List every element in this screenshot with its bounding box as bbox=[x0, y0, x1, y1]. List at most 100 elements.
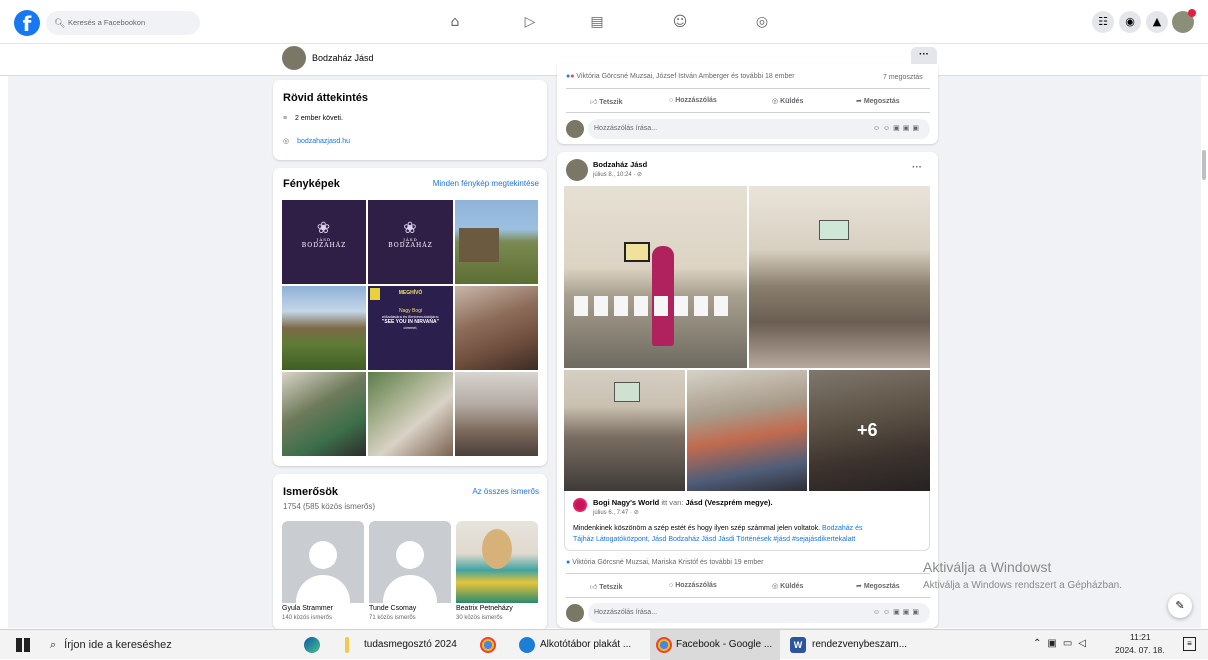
comment-button[interactable]: ○ Hozzászólás bbox=[669, 97, 717, 104]
comment-tools-icon[interactable]: ☺☺▣▣▣ bbox=[873, 119, 922, 139]
friend-name[interactable]: Tunde Csomay bbox=[369, 605, 416, 612]
portrait-face bbox=[482, 529, 512, 569]
taskbar-search[interactable]: ⌕ Írjon ide a kereséshez bbox=[50, 630, 295, 660]
friend-photo[interactable] bbox=[369, 521, 451, 603]
post-photo[interactable]: +6 bbox=[809, 370, 930, 491]
page-name[interactable]: Bodzaház Jásd bbox=[312, 53, 374, 63]
post-photo[interactable] bbox=[687, 370, 807, 491]
post-more-button[interactable]: ··· bbox=[912, 162, 922, 173]
facebook-logo[interactable]: f bbox=[14, 10, 40, 36]
marketplace-icon[interactable]: ▤ bbox=[587, 12, 607, 32]
photoshop-like-icon[interactable] bbox=[519, 637, 535, 653]
friend-photo[interactable] bbox=[456, 521, 538, 603]
photo-thumbnail[interactable]: ❀ JÁSD BODZAHÁZ bbox=[282, 200, 366, 284]
projected-slide bbox=[624, 242, 650, 262]
photo-thumbnail[interactable] bbox=[455, 372, 538, 456]
video-icon[interactable]: ▷ bbox=[520, 12, 540, 32]
globe-icon: ◎ bbox=[283, 138, 290, 145]
website-link[interactable]: bodzahazjasd.hu bbox=[297, 138, 350, 145]
reactions-summary[interactable]: ●● Viktória Görcsné Muzsai, József Istvá… bbox=[566, 73, 795, 80]
share-button[interactable]: ➦ Megosztás bbox=[856, 97, 900, 105]
taskbar-time[interactable]: 11:21 bbox=[1130, 632, 1151, 642]
comment-input[interactable]: Hozzászólás írása... ☺☺▣▣▣ bbox=[588, 603, 930, 623]
friend-name[interactable]: Beatrix Petneházy bbox=[456, 605, 513, 612]
photo-thumbnail[interactable]: ❀ JÁSD BODZAHÁZ bbox=[368, 200, 453, 284]
home-icon[interactable]: ⌂ bbox=[445, 12, 465, 32]
post-photo[interactable] bbox=[749, 186, 930, 368]
taskbar-app: Facebook - Google ... bbox=[676, 639, 773, 650]
comment-input[interactable]: Hozzászólás írása... ☺☺▣▣▣ bbox=[588, 119, 930, 139]
photo-thumbnail[interactable] bbox=[368, 372, 453, 456]
windows-taskbar: ⌕ Írjon ide a kereséshez tudasmegosztó 20… bbox=[0, 629, 1208, 660]
send-button[interactable]: ◎ Küldés bbox=[772, 97, 803, 105]
shared-author-name[interactable]: Bogi Nagy's World bbox=[593, 498, 659, 507]
share-button[interactable]: ➦ Megosztás bbox=[856, 582, 900, 590]
friends-count: 1754 (585 közös ismerős) bbox=[283, 502, 376, 511]
gaming-icon[interactable]: ◎ bbox=[752, 12, 772, 32]
taskbar-app[interactable]: tudasmegosztó 2024 bbox=[364, 630, 457, 660]
shared-author-avatar[interactable] bbox=[573, 498, 587, 512]
comment-button[interactable]: ○ Hozzászólás bbox=[669, 582, 717, 589]
menu-grid-icon[interactable]: ☷ bbox=[1092, 11, 1114, 33]
photo-thumbnail[interactable] bbox=[455, 286, 538, 370]
send-button[interactable]: ◎ Küldés bbox=[772, 582, 803, 590]
bell-icon[interactable]: ▲ bbox=[1146, 11, 1168, 33]
chrome-icon[interactable] bbox=[480, 637, 496, 653]
messenger-icon[interactable]: ◉ bbox=[1119, 11, 1141, 33]
shared-place[interactable]: Jásd (Veszprém megye). bbox=[686, 498, 773, 507]
scrollbar-thumb[interactable] bbox=[1202, 150, 1206, 180]
system-tray-icons[interactable]: ⌃▣▭◁ bbox=[1033, 638, 1092, 649]
friend-photo[interactable] bbox=[282, 521, 364, 603]
friend-name[interactable]: Gyula Strammer bbox=[282, 605, 333, 612]
like-button[interactable]: 👍︎ Tetszik bbox=[590, 582, 622, 591]
post-time[interactable]: július 8., 10:24 · ⊘ bbox=[593, 171, 642, 178]
taskbar-date[interactable]: 2024. 07. 18. bbox=[1115, 645, 1165, 655]
search-input[interactable]: 🔍︎ Keresés a Facebookon bbox=[46, 11, 200, 35]
post-text-link[interactable]: Bodzaház és bbox=[820, 525, 862, 532]
photo-thumbnail[interactable] bbox=[282, 372, 366, 456]
default-avatar-icon bbox=[396, 541, 424, 569]
shares-count[interactable]: 7 megosztás bbox=[883, 74, 923, 81]
word-icon[interactable]: W bbox=[790, 637, 806, 653]
photo-thumbnail[interactable] bbox=[455, 200, 538, 284]
search-icon: 🔍︎ bbox=[54, 18, 66, 28]
comment-avatar bbox=[566, 120, 584, 138]
edge-icon[interactable] bbox=[304, 637, 320, 653]
post-text-link[interactable]: Tájház Látogatóközpont, Jásd Bodzaház Já… bbox=[573, 536, 855, 543]
photo-thumbnail[interactable] bbox=[282, 286, 366, 370]
post-author[interactable]: Bodzaház Jásd bbox=[593, 160, 647, 169]
new-message-button[interactable]: ✎ bbox=[1168, 594, 1192, 618]
projector-screen bbox=[614, 382, 640, 402]
comment-placeholder: Hozzászólás írása... bbox=[594, 609, 658, 616]
comment-tools-icon[interactable]: ☺☺▣▣▣ bbox=[873, 603, 922, 623]
notifications-icon[interactable]: ≡ bbox=[1183, 637, 1196, 651]
chrome-icon bbox=[656, 637, 672, 653]
share-label: Megosztás bbox=[863, 583, 900, 590]
comment-label: Hozzászólás bbox=[675, 97, 717, 104]
like-reaction-icon: ● bbox=[566, 559, 571, 566]
taskbar-app[interactable]: Alkotótábor plakát ... bbox=[540, 630, 631, 660]
page-avatar[interactable] bbox=[282, 46, 306, 70]
default-avatar-icon bbox=[309, 541, 337, 569]
overview-card: Rövid áttekintés ≡ 2 ember követi. ◎ bod… bbox=[273, 80, 547, 160]
more-photos-count[interactable]: +6 bbox=[857, 420, 878, 441]
photos-title: Fényképek bbox=[283, 178, 340, 190]
like-button[interactable]: 👍︎ Tetszik bbox=[590, 97, 622, 106]
profile-avatar[interactable] bbox=[1172, 9, 1196, 33]
post-photo[interactable] bbox=[564, 186, 747, 368]
divider bbox=[566, 597, 930, 598]
taskbar-app[interactable]: rendezvenybeszam... bbox=[812, 630, 907, 660]
invite-line: címmel, bbox=[403, 325, 418, 330]
windows-start-icon[interactable] bbox=[16, 638, 30, 652]
post-author-avatar[interactable] bbox=[566, 159, 588, 181]
reactions-summary[interactable]: ● Viktória Görcsné Muzsai, Mariska Krist… bbox=[566, 559, 763, 566]
followers-row: ≡ 2 ember követi. bbox=[283, 115, 343, 122]
post-photo[interactable] bbox=[564, 370, 685, 491]
see-all-photos-link[interactable]: Minden fénykép megtekintése bbox=[433, 179, 539, 188]
invitation-poster[interactable]: MEGHÍVÓ Nagy Bogi előadására és filmbemu… bbox=[368, 286, 453, 370]
folder-icon[interactable] bbox=[345, 637, 349, 653]
groups-icon[interactable]: ☺ bbox=[670, 12, 690, 32]
see-all-friends-link[interactable]: Az összes ismerős bbox=[472, 487, 539, 496]
friends-title: Ismerősök bbox=[283, 486, 339, 498]
activation-watermark-title: Aktiválja a Windowst bbox=[923, 559, 1052, 575]
